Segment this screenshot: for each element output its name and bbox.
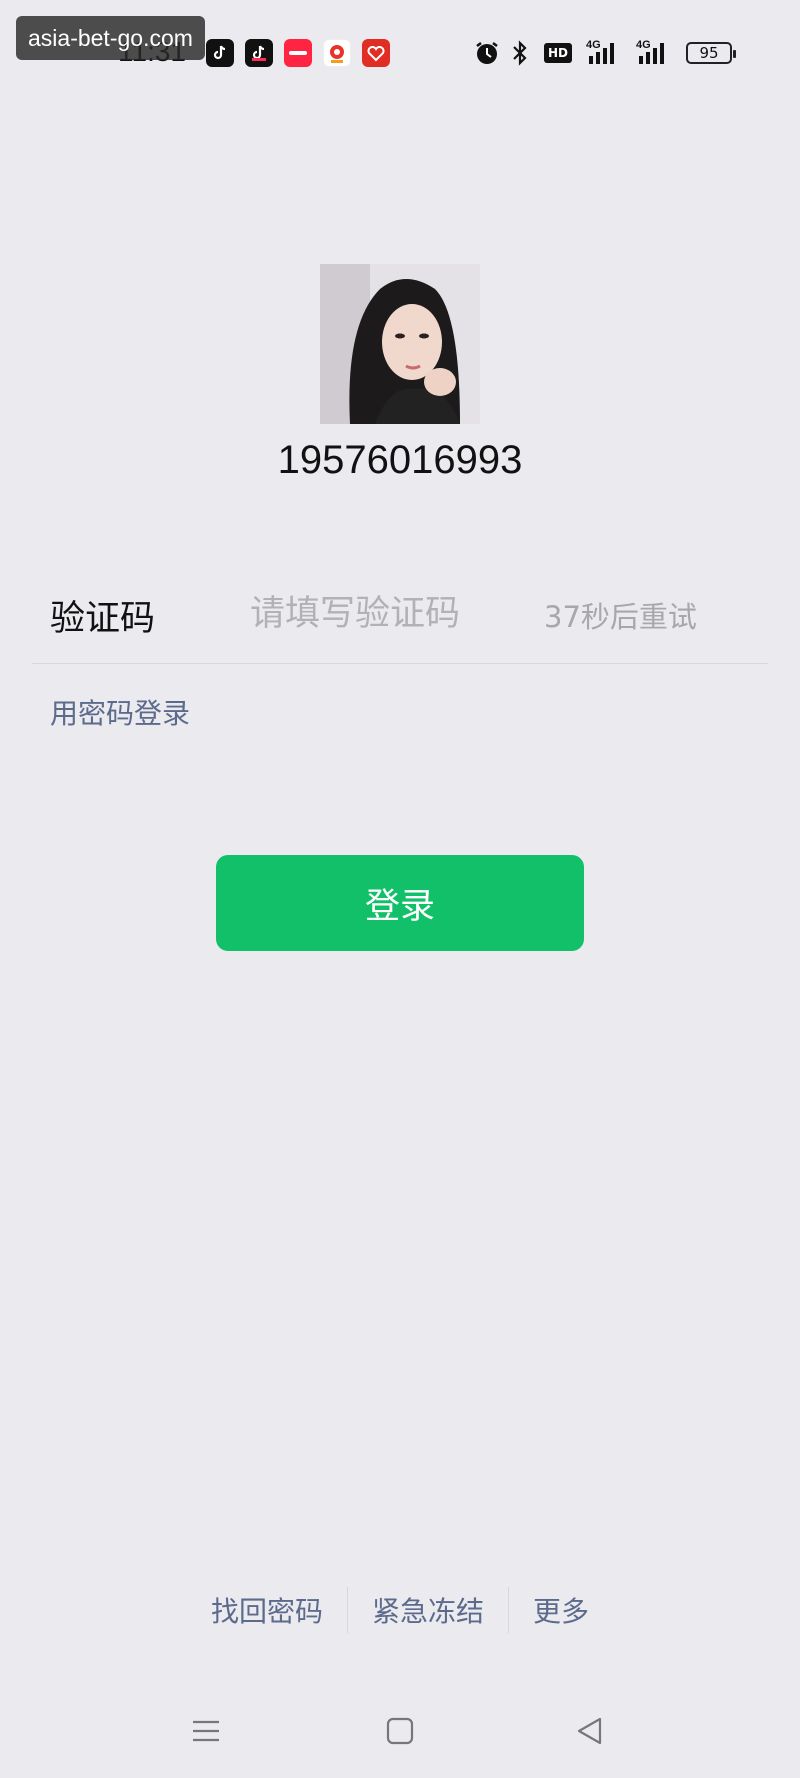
navigation-bar: [0, 1700, 800, 1760]
back-icon[interactable]: [573, 1714, 607, 1748]
password-login-link[interactable]: 用密码登录: [50, 692, 190, 732]
avatar-photo: [320, 264, 480, 424]
svg-text:4G: 4G: [636, 39, 651, 51]
bluetooth-icon: [510, 38, 530, 68]
footer-links: 找回密码 紧急冻结 更多: [0, 1580, 800, 1640]
verification-code-label: 验证码: [50, 599, 156, 639]
watermark: asia-bet-go.com: [16, 16, 205, 60]
verification-code-input[interactable]: [250, 590, 540, 638]
verification-code-row: 验证码 37秒后重试: [32, 570, 768, 664]
avatar: [320, 264, 480, 424]
hd-icon: HD: [544, 43, 572, 63]
tiktok-icon: [206, 39, 234, 67]
signal-icon: 4G: [585, 38, 625, 70]
xiaohongshu-icon: [284, 39, 312, 67]
resend-countdown: 37秒后重试: [544, 600, 697, 634]
svg-text:4G: 4G: [586, 39, 601, 51]
login-button[interactable]: 登录: [216, 855, 584, 951]
status-bar: asia-bet-go.com 11:31 HD 4G 4G 95: [0, 0, 800, 100]
signal-icon: 4G: [635, 38, 675, 70]
tiktok-lite-icon: [245, 39, 273, 67]
phone-number: 19576016993: [277, 438, 523, 482]
battery-icon: 95: [686, 42, 736, 64]
menu-icon[interactable]: [189, 1714, 223, 1748]
home-icon[interactable]: [383, 1714, 417, 1748]
recover-password-link[interactable]: 找回密码: [187, 1590, 347, 1630]
pinduoduo-icon: [362, 39, 390, 67]
location-app-icon: [323, 39, 351, 67]
emergency-freeze-link[interactable]: 紧急冻结: [348, 1590, 508, 1630]
alarm-icon: [474, 38, 500, 68]
more-link[interactable]: 更多: [509, 1590, 613, 1630]
